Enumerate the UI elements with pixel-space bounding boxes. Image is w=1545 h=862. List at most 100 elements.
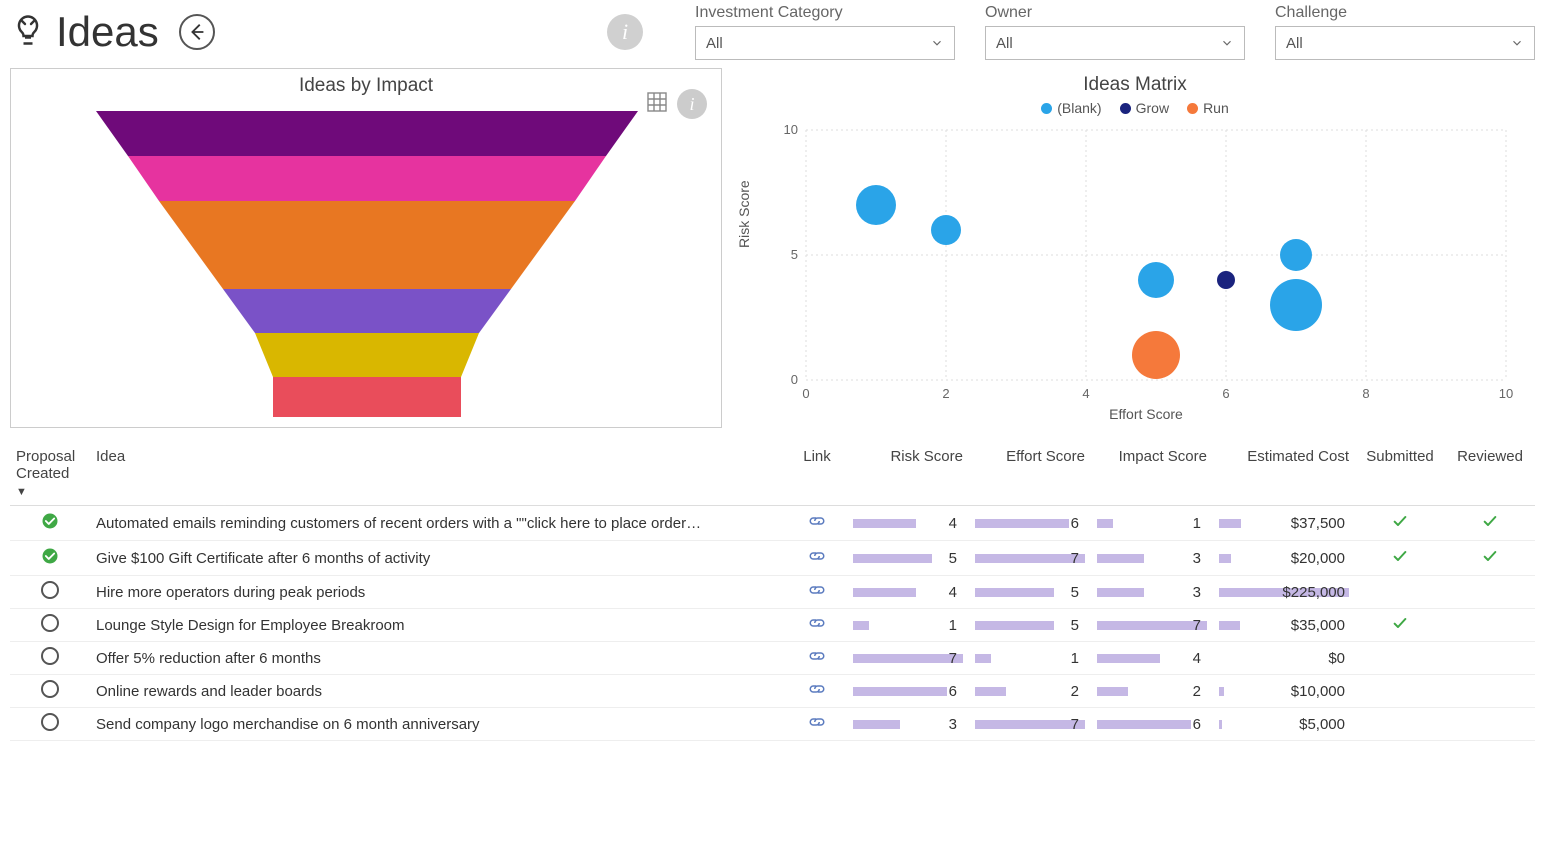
lightbulb-icon — [10, 12, 46, 53]
empty-circle-icon — [41, 647, 59, 665]
cell-link[interactable] — [787, 708, 847, 741]
cell-idea: Give $100 Gift Certificate after 6 month… — [90, 541, 787, 576]
cell-submitted — [1355, 576, 1445, 609]
cell-proposal — [10, 708, 90, 741]
svg-text:0: 0 — [791, 372, 798, 387]
col-risk[interactable]: Risk Score — [847, 442, 969, 506]
check-circle-icon — [40, 511, 60, 531]
cell-effort: 6 — [969, 506, 1091, 541]
cell-impact: 1 — [1091, 506, 1213, 541]
filter-select-investment-category[interactable]: All — [695, 26, 955, 60]
cell-risk: 6 — [847, 675, 969, 708]
link-icon[interactable] — [808, 716, 826, 733]
info-button[interactable]: i — [607, 14, 643, 50]
link-icon[interactable] — [808, 617, 826, 634]
table-row[interactable]: Online rewards and leader boards622$10,0… — [10, 675, 1535, 708]
link-icon[interactable] — [808, 584, 826, 601]
ideas-table: Proposal Created▼ Idea Link Risk Score E… — [10, 442, 1535, 741]
cell-link[interactable] — [787, 541, 847, 576]
svg-text:10: 10 — [1499, 386, 1513, 401]
cell-idea: Automated emails reminding customers of … — [90, 506, 787, 541]
cell-proposal — [10, 642, 90, 675]
filter-select-challenge[interactable]: All — [1275, 26, 1535, 60]
cell-effort: 1 — [969, 642, 1091, 675]
x-axis-label: Effort Score — [1109, 406, 1183, 422]
cell-idea: Hire more operators during peak periods — [90, 576, 787, 609]
scatter-title: Ideas Matrix — [736, 68, 1534, 100]
cell-link[interactable] — [787, 609, 847, 642]
cell-submitted — [1355, 642, 1445, 675]
link-icon[interactable] — [808, 650, 826, 667]
cell-submitted — [1355, 609, 1445, 642]
chevron-down-icon — [1510, 36, 1524, 50]
table-row[interactable]: Hire more operators during peak periods 4… — [10, 576, 1535, 609]
table-row[interactable]: Give $100 Gift Certificate after 6 month… — [10, 541, 1535, 576]
check-icon — [1390, 516, 1410, 533]
col-cost[interactable]: Estimated Cost — [1213, 442, 1355, 506]
cell-risk: 4 — [847, 576, 969, 609]
table-row[interactable]: Automated emails reminding customers of … — [10, 506, 1535, 541]
filter-owner: Owner All — [985, 4, 1245, 60]
legend-item-grow[interactable]: Grow — [1120, 100, 1169, 116]
table-row[interactable]: Offer 5% reduction after 6 months714$0 — [10, 642, 1535, 675]
funnel-chart-card: Ideas by Impact i — [10, 68, 722, 428]
table-row[interactable]: Lounge Style Design for Employee Breakro… — [10, 609, 1535, 642]
header-bar: Ideas i Investment Category All Owner Al… — [0, 0, 1545, 68]
scatter-chart-card: Ideas Matrix (Blank) Grow Run 0246810051… — [736, 68, 1534, 428]
chevron-down-icon — [930, 36, 944, 50]
sort-desc-icon: ▼ — [16, 486, 27, 498]
check-icon — [1390, 618, 1410, 635]
cell-impact: 7 — [1091, 609, 1213, 642]
col-link[interactable]: Link — [787, 442, 847, 506]
check-icon — [1480, 551, 1500, 568]
col-effort[interactable]: Effort Score — [969, 442, 1091, 506]
cell-reviewed — [1445, 609, 1535, 642]
empty-circle-icon — [41, 680, 59, 698]
svg-text:5: 5 — [791, 247, 798, 262]
cell-risk: 7 — [847, 642, 969, 675]
check-icon — [1480, 516, 1500, 533]
col-submitted[interactable]: Submitted — [1355, 442, 1445, 506]
cell-link[interactable] — [787, 642, 847, 675]
filter-select-owner[interactable]: All — [985, 26, 1245, 60]
svg-text:10: 10 — [784, 122, 798, 137]
col-proposal[interactable]: Proposal Created▼ — [10, 442, 90, 506]
back-button[interactable] — [179, 14, 215, 50]
col-reviewed[interactable]: Reviewed — [1445, 442, 1535, 506]
filter-investment-category: Investment Category All — [695, 4, 955, 60]
cell-submitted — [1355, 675, 1445, 708]
svg-text:6: 6 — [1222, 386, 1229, 401]
funnel-title: Ideas by Impact — [11, 69, 721, 101]
cell-idea: Send company logo merchandise on 6 month… — [90, 708, 787, 741]
link-icon[interactable] — [808, 683, 826, 700]
cell-idea: Online rewards and leader boards — [90, 675, 787, 708]
link-icon[interactable] — [808, 515, 826, 532]
check-circle-icon — [40, 546, 60, 566]
cell-risk: 1 — [847, 609, 969, 642]
funnel-chart[interactable] — [11, 101, 721, 421]
filter-value: All — [1286, 35, 1303, 52]
link-icon[interactable] — [808, 550, 826, 567]
cell-proposal — [10, 675, 90, 708]
cell-risk: 5 — [847, 541, 969, 576]
filters: Investment Category All Owner All Challe… — [695, 4, 1535, 60]
cell-cost: $5,000 — [1213, 708, 1355, 741]
svg-text:4: 4 — [1082, 386, 1089, 401]
cell-link[interactable] — [787, 576, 847, 609]
col-idea[interactable]: Idea — [90, 442, 787, 506]
cell-link[interactable] — [787, 506, 847, 541]
legend-item-blank[interactable]: (Blank) — [1041, 100, 1101, 116]
filter-label: Investment Category — [695, 4, 955, 22]
legend-item-run[interactable]: Run — [1187, 100, 1229, 116]
cell-reviewed — [1445, 541, 1535, 576]
cell-risk: 4 — [847, 506, 969, 541]
cell-risk: 3 — [847, 708, 969, 741]
cell-link[interactable] — [787, 675, 847, 708]
cell-cost: $35,000 — [1213, 609, 1355, 642]
table-row[interactable]: Send company logo merchandise on 6 month… — [10, 708, 1535, 741]
cell-impact: 4 — [1091, 642, 1213, 675]
cell-proposal — [10, 506, 90, 541]
col-impact[interactable]: Impact Score — [1091, 442, 1213, 506]
cell-reviewed — [1445, 506, 1535, 541]
scatter-chart[interactable]: 02468100510 Risk Score Effort Score — [766, 120, 1526, 420]
